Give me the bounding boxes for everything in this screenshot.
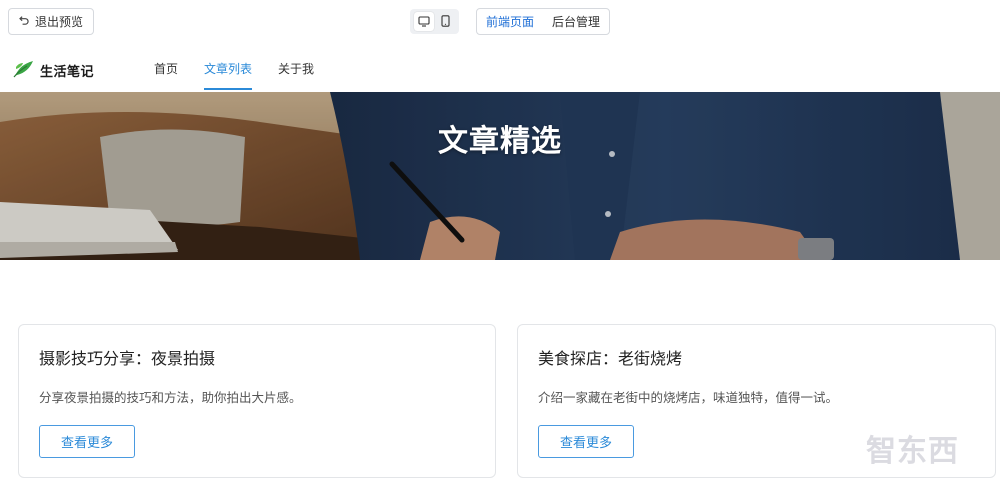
article-summary: 分享夜景拍摄的技巧和方法，助你拍出大片感。 — [39, 390, 302, 405]
nav-item-home[interactable]: 首页 — [154, 44, 178, 92]
hero-banner: 文章精选 — [0, 92, 1000, 260]
undo-arrow-icon — [18, 15, 29, 29]
exit-preview-label: 退出预览 — [35, 15, 84, 29]
article-summary: 介绍一家藏在老街中的烧烤店，味道独特，值得一试。 — [538, 390, 839, 405]
view-more-button[interactable]: 查看更多 — [39, 425, 135, 458]
exit-preview-button[interactable]: 退出预览 — [8, 8, 95, 35]
site-logo-text: 生活笔记 — [40, 64, 95, 80]
nav-item-about[interactable]: 关于我 — [278, 44, 314, 92]
mobile-icon — [441, 12, 450, 31]
hero-title: 文章精选 — [438, 124, 562, 159]
article-card: 摄影技巧分享：夜景拍摄 分享夜景拍摄的技巧和方法，助你拍出大片感。 查看更多 — [18, 324, 496, 478]
mobile-view-button[interactable] — [435, 12, 455, 31]
article-title[interactable]: 美食探店：老街烧烤 — [538, 345, 682, 369]
article-title[interactable]: 摄影技巧分享：夜景拍摄 — [39, 345, 215, 369]
watermark: 智东西 — [866, 434, 959, 469]
admin-mode-tab[interactable]: 后台管理 — [552, 13, 600, 30]
main-nav: 首页 文章列表 关于我 — [154, 44, 340, 92]
view-more-button[interactable]: 查看更多 — [538, 425, 634, 458]
desktop-view-button[interactable] — [413, 12, 434, 31]
preview-toolbar: 退出预览 前端页面 后台管理 — [0, 0, 1000, 44]
frontend-mode-tab[interactable]: 前端页面 — [486, 13, 534, 30]
nav-item-articles[interactable]: 文章列表 — [204, 44, 253, 92]
site-logo[interactable]: 生活笔记 — [13, 58, 94, 82]
mode-switcher: 前端页面 后台管理 — [476, 8, 610, 35]
desktop-icon — [418, 12, 430, 31]
leaf-logo-icon — [13, 58, 35, 82]
device-switcher — [410, 9, 459, 34]
site-header: 生活笔记 首页 文章列表 关于我 — [0, 44, 1000, 92]
